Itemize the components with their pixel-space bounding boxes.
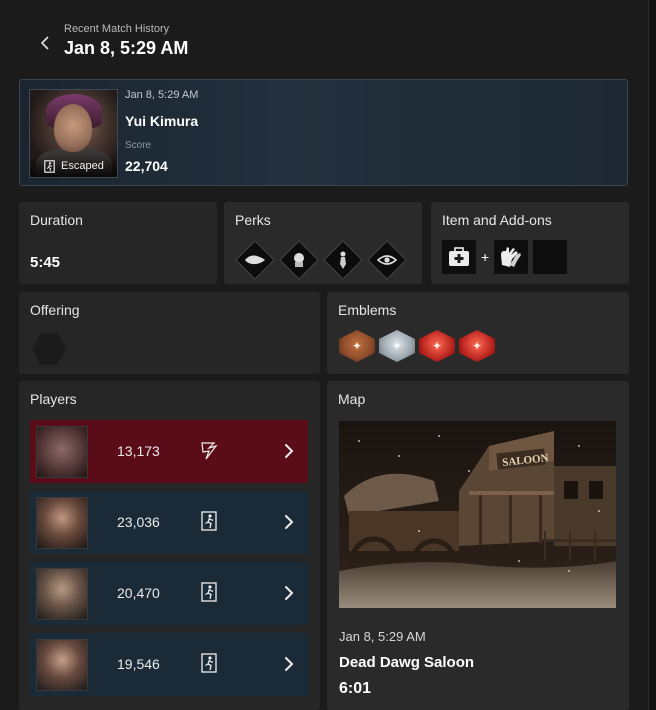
plus-icon: + [481,249,490,265]
character-portrait: Escaped [29,89,118,178]
status-label: Escaped [61,160,104,172]
match-date: Jan 8, 5:29 AM [125,89,199,101]
silver-emblem-icon[interactable]: ✦ [379,330,415,362]
players-label: Players [30,391,77,407]
map-duration: 6:01 [339,680,372,697]
duration-card: Duration 5:45 [19,202,217,284]
map-date: Jan 8, 5:29 AM [339,629,426,644]
survivor-portrait [36,639,88,691]
offering-card: Offering [19,292,320,374]
map-label: Map [338,391,366,407]
perk-4-icon[interactable] [367,240,407,280]
empty-offering-slot[interactable] [32,333,66,365]
page-title: Jan 8, 5:29 AM [64,38,189,58]
perks-label: Perks [235,212,271,228]
duration-value: 5:45 [30,254,61,271]
items-card: Item and Add-ons + [431,202,629,284]
emblem-list: ✦ ✦ ✦ ✦ [339,330,495,362]
emblems-label: Emblems [338,302,397,318]
empty-addon-slot[interactable] [533,240,568,274]
back-button[interactable] [32,30,58,56]
player-row-killer[interactable]: 13,173 [30,420,308,483]
chevron-right-icon [285,657,294,671]
iridescent-emblem-icon[interactable]: ✦ [459,330,495,362]
map-image: SALOON [339,421,616,608]
escaped-icon [44,159,55,173]
match-summary-card: Escaped Jan 8, 5:29 AM Yui Kimura Score … [19,79,628,186]
escaped-icon [201,582,217,602]
chevron-right-icon [285,586,294,600]
map-name: Dead Dawg Saloon [339,654,475,671]
bronze-emblem-icon[interactable]: ✦ [339,330,375,362]
sacrificed-icon [201,442,218,460]
duration-label: Duration [30,212,83,228]
chevron-right-icon [285,444,294,458]
escaped-badge: Escaped [30,155,117,177]
killer-portrait [36,426,88,478]
player-row-survivor[interactable]: 23,036 [30,491,308,554]
perk-2-icon[interactable] [279,240,319,280]
perk-list [235,240,407,280]
player-score: 19,546 [117,656,160,672]
player-score: 13,173 [117,443,160,459]
player-row-survivor[interactable]: 20,470 [30,562,308,625]
gloves-icon[interactable] [494,240,529,274]
player-score: 23,036 [117,514,160,530]
match-detail-panel: Recent Match History Jan 8, 5:29 AM Esca… [0,0,649,710]
player-row-survivor[interactable]: 19,546 [30,633,308,696]
player-score: 20,470 [117,585,160,601]
emblems-card: Emblems ✦ ✦ ✦ ✦ [327,292,629,374]
players-card: Players 13,173 23,036 20,470 19,546 [19,381,320,710]
survivor-portrait [36,497,88,549]
iridescent-emblem-icon[interactable]: ✦ [419,330,455,362]
medkit-icon[interactable] [442,240,476,274]
escaped-icon [201,653,217,673]
score-value: 22,704 [125,158,168,174]
header-subtitle: Recent Match History [64,23,170,35]
chevron-left-icon [41,36,49,50]
perk-1-icon[interactable] [235,240,275,280]
map-card: Map SALOON Jan 8, 5:29 AM Dead Dawg Salo… [327,381,629,710]
score-label: Score [125,140,152,151]
chevron-right-icon [285,515,294,529]
header: Recent Match History Jan 8, 5:29 AM [0,0,648,75]
perk-3-icon[interactable] [323,240,363,280]
survivor-portrait [36,568,88,620]
offering-label: Offering [30,302,80,318]
escaped-icon [201,511,217,531]
character-name: Yui Kimura [125,113,199,129]
items-label: Item and Add-ons [442,212,552,228]
perks-card: Perks [224,202,422,284]
item-list: + [442,240,568,274]
